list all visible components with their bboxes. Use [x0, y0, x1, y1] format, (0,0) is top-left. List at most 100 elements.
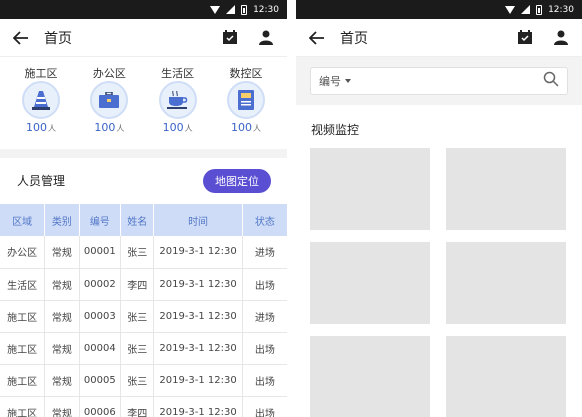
col-header[interactable]: 区域 — [0, 204, 46, 236]
app-bar: 首页 — [296, 19, 582, 57]
col-header[interactable]: 姓名 — [120, 204, 155, 236]
zone-label: 办公区 — [92, 67, 126, 80]
video-tile[interactable] — [446, 148, 566, 230]
cell: 2019-3-1 12:30 — [153, 236, 243, 269]
cell: 2019-3-1 12:30 — [153, 364, 243, 397]
zone-label: 数控区 — [229, 67, 263, 80]
back-arrow-icon[interactable] — [10, 27, 32, 49]
col-header[interactable]: 状态 — [242, 204, 287, 236]
cell: 施工区 — [0, 332, 46, 365]
user-icon[interactable] — [550, 27, 572, 49]
zone-count: 100人 — [162, 121, 193, 134]
video-screen-right: 12:30 首页 编号 视频监控 — [296, 0, 582, 417]
section-divider — [0, 149, 287, 158]
status-bar: 12:30 — [296, 0, 582, 19]
cell: 出场 — [242, 364, 287, 397]
cell: 常规 — [44, 268, 80, 301]
cell: 2019-3-1 12:30 — [153, 396, 243, 417]
cell: 生活区 — [0, 268, 46, 301]
cell: 常规 — [44, 364, 80, 397]
video-tile[interactable] — [446, 242, 566, 324]
cell: 00002 — [79, 268, 122, 301]
home-screen-left: 12:30 首页 施工区 100人 办公区 100人 生活区 100人 数控区 … — [0, 0, 287, 417]
cell: 常规 — [44, 236, 80, 269]
section-title: 人员管理 — [17, 172, 66, 191]
zone-count: 100人 — [230, 121, 261, 134]
status-time: 12:30 — [548, 4, 574, 15]
cell: 00001 — [79, 236, 122, 269]
cell: 2019-3-1 12:30 — [153, 268, 243, 301]
page-title: 首页 — [44, 30, 72, 47]
cell: 施工区 — [0, 364, 46, 397]
section-title: 视频监控 — [311, 123, 360, 137]
search-icon[interactable] — [543, 71, 559, 91]
traffic-cone-icon — [22, 81, 60, 119]
battery-icon — [536, 4, 543, 15]
zone-label: 生活区 — [161, 67, 195, 80]
cell: 张三 — [120, 332, 155, 365]
col-header[interactable]: 时间 — [153, 204, 243, 236]
personnel-table: 区域 类别 编号 姓名 时间 状态 办公区 常规 00001 张三 2019-3… — [0, 204, 287, 417]
calendar-check-icon[interactable] — [514, 27, 536, 49]
table-row[interactable]: 施工区 常规 00005 张三 2019-3-1 12:30 出场 — [0, 364, 287, 397]
search-bar[interactable]: 编号 — [310, 67, 568, 95]
cell: 常规 — [44, 300, 80, 333]
cell: 常规 — [44, 396, 80, 417]
cell: 00006 — [79, 396, 122, 417]
cell: 00004 — [79, 332, 122, 365]
cell: 施工区 — [0, 396, 46, 417]
cell: 李四 — [120, 396, 155, 417]
wifi-icon — [210, 5, 221, 14]
cell: 2019-3-1 12:30 — [153, 300, 243, 333]
search-field-select[interactable]: 编号 — [319, 73, 351, 89]
video-section-header: 视频监控 — [296, 105, 582, 148]
cell: 李四 — [120, 268, 155, 301]
search-area: 编号 — [296, 57, 582, 105]
video-tile[interactable] — [310, 336, 430, 417]
battery-icon — [241, 4, 248, 15]
cell: 施工区 — [0, 300, 46, 333]
video-tile[interactable] — [310, 242, 430, 324]
signal-icon — [226, 5, 236, 14]
cell: 2019-3-1 12:30 — [153, 332, 243, 365]
calendar-check-icon[interactable] — [219, 27, 241, 49]
table-header-row: 区域 类别 编号 姓名 时间 状态 — [0, 204, 287, 236]
cell: 办公区 — [0, 236, 46, 269]
table-row[interactable]: 施工区 常规 00006 李四 2019-3-1 12:30 出场 — [0, 396, 287, 417]
user-icon[interactable] — [255, 27, 277, 49]
table-row[interactable]: 施工区 常规 00004 张三 2019-3-1 12:30 出场 — [0, 332, 287, 365]
col-header[interactable]: 类别 — [44, 204, 80, 236]
zone-count: 100人 — [94, 121, 125, 134]
caret-down-icon — [345, 79, 351, 83]
zone-summary: 施工区 100人 办公区 100人 生活区 100人 数控区 100人 — [0, 57, 287, 149]
cell: 进场 — [242, 236, 287, 269]
coffee-cup-icon — [158, 81, 197, 119]
video-tile[interactable] — [310, 148, 430, 230]
control-panel-icon — [226, 81, 265, 119]
personnel-section-header: 人员管理 地图定位 — [0, 158, 287, 204]
cell: 出场 — [242, 332, 287, 365]
status-time: 12:30 — [253, 4, 279, 15]
zone-count: 100人 — [26, 121, 56, 134]
table-row[interactable]: 办公区 常规 00001 张三 2019-3-1 12:30 进场 — [0, 236, 287, 269]
col-header[interactable]: 编号 — [79, 204, 122, 236]
wifi-icon — [505, 5, 516, 14]
zone-cnc[interactable]: 数控区 100人 — [219, 65, 273, 149]
zone-construction[interactable]: 施工区 100人 — [14, 65, 68, 149]
cell: 张三 — [120, 300, 155, 333]
cell: 张三 — [120, 364, 155, 397]
table-row[interactable]: 生活区 常规 00002 李四 2019-3-1 12:30 出场 — [0, 268, 287, 301]
status-bar: 12:30 — [0, 0, 287, 19]
video-tile[interactable] — [446, 336, 566, 417]
zone-label: 施工区 — [24, 67, 58, 80]
signal-icon — [521, 5, 531, 14]
cell: 张三 — [120, 236, 155, 269]
map-locate-button[interactable]: 地图定位 — [203, 169, 271, 193]
table-row[interactable]: 施工区 常规 00003 张三 2019-3-1 12:30 进场 — [0, 300, 287, 333]
cell: 进场 — [242, 300, 287, 333]
cell: 00005 — [79, 364, 122, 397]
back-arrow-icon[interactable] — [306, 27, 328, 49]
cell: 常规 — [44, 332, 80, 365]
zone-living[interactable]: 生活区 100人 — [151, 65, 205, 149]
zone-office[interactable]: 办公区 100人 — [82, 65, 136, 149]
